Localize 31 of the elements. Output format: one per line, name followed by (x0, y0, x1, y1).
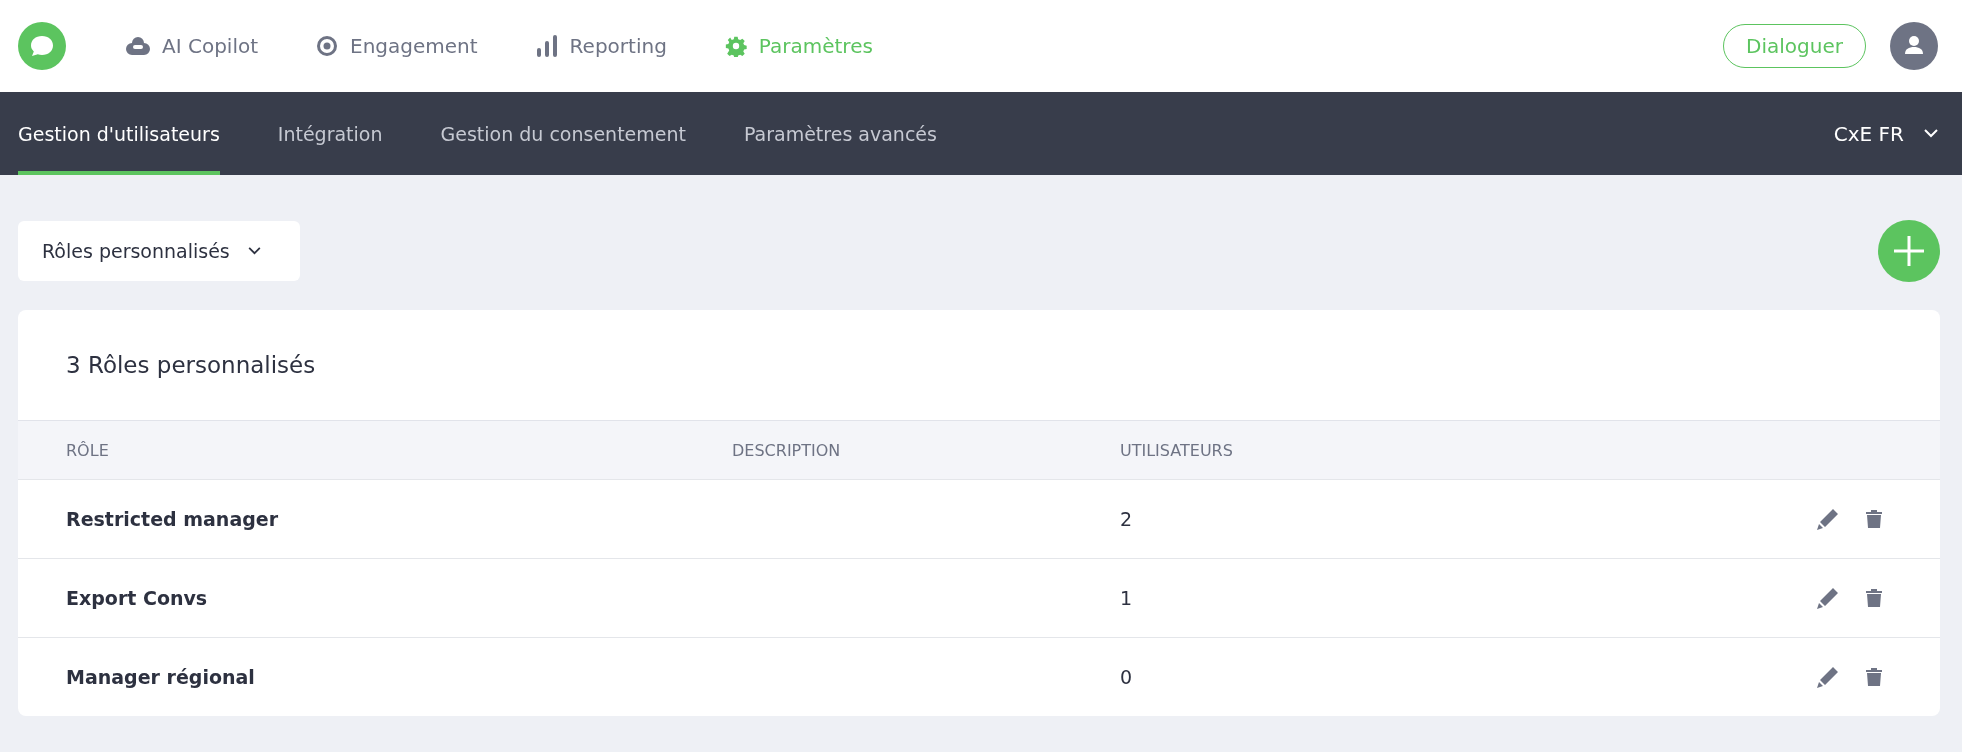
target-icon (316, 35, 339, 57)
pencil-icon[interactable] (1816, 586, 1840, 610)
chevron-down-icon (247, 247, 261, 255)
nav-item[interactable]: AI Copilot (126, 34, 259, 58)
tab[interactable]: Paramètres avancés (743, 92, 937, 175)
avatar-icon[interactable] (1890, 22, 1938, 70)
role-name: Export Convs (66, 587, 209, 609)
pencil-icon[interactable] (1816, 665, 1840, 689)
role-type-dropdown[interactable]: Rôles personnalisés (18, 221, 300, 281)
trash-icon[interactable] (1866, 589, 1882, 607)
column-header: DESCRIPTION (732, 440, 842, 460)
column-header: RÔLE (66, 440, 110, 460)
trash-icon[interactable] (1866, 510, 1882, 528)
chevron-down-icon[interactable] (1924, 129, 1938, 138)
cloud-icon (126, 37, 150, 55)
role-name: Manager régional (66, 666, 256, 688)
pencil-icon[interactable] (1816, 507, 1840, 531)
user-count: 2 (1120, 508, 1134, 530)
tab[interactable]: Gestion d'utilisateurs (18, 92, 220, 175)
column-header: UTILISATEURS (1120, 440, 1234, 460)
nav-item[interactable]: Reporting (535, 34, 667, 58)
workspace-selector[interactable]: CxE FR (1833, 121, 1904, 146)
user-count: 1 (1120, 587, 1134, 609)
tab[interactable]: Intégration (277, 92, 383, 175)
tab[interactable]: Gestion du consentement (440, 92, 686, 175)
user-count: 0 (1120, 666, 1134, 688)
settings-icon (724, 35, 747, 57)
trash-icon[interactable] (1866, 668, 1882, 686)
role-name: Restricted manager (66, 508, 280, 530)
nav-item[interactable]: Engagement (316, 34, 478, 58)
bar-chart-icon (535, 34, 558, 58)
